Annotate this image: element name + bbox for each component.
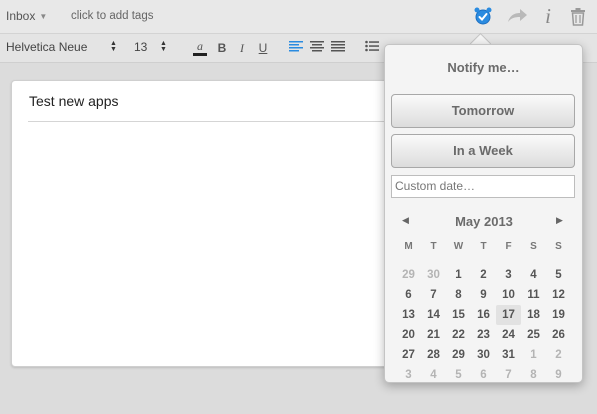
calendar-month-label: May 2013 — [455, 214, 513, 229]
calendar-day[interactable]: 5 — [546, 265, 571, 285]
weekday-header: M — [404, 241, 413, 252]
calendar-day[interactable]: 19 — [546, 305, 571, 325]
calendar-day[interactable]: 13 — [396, 305, 421, 325]
weekday-header: S — [530, 241, 537, 252]
chevron-down-icon: ▼ — [39, 11, 48, 21]
share-arrow-icon[interactable] — [505, 5, 529, 27]
calendar-day[interactable]: 27 — [396, 345, 421, 365]
calendar-day[interactable]: 29 — [446, 345, 471, 365]
calendar-day[interactable]: 10 — [496, 285, 521, 305]
calendar-day[interactable]: 3 — [396, 365, 421, 385]
weekday-header: T — [480, 241, 487, 252]
notebook-selector[interactable]: Inbox ▼ — [6, 9, 47, 23]
weekday-header: S — [555, 241, 562, 252]
calendar-day[interactable]: 11 — [521, 285, 546, 305]
calendar-day[interactable]: 2 — [471, 265, 496, 285]
calendar-day[interactable]: 30 — [471, 345, 496, 365]
font-size-stepper-icon[interactable]: ▲ ▼ — [160, 40, 167, 53]
text-color-button[interactable]: a — [193, 40, 207, 56]
bulleted-list-icon[interactable] — [365, 40, 379, 56]
calendar-day[interactable]: 14 — [421, 305, 446, 325]
trash-icon[interactable] — [569, 5, 587, 27]
calendar-day[interactable]: 21 — [421, 325, 446, 345]
calendar-day[interactable]: 22 — [446, 325, 471, 345]
notebook-label: Inbox — [6, 9, 36, 23]
calendar-day[interactable]: 9 — [546, 365, 571, 385]
note-title[interactable]: Test new apps — [29, 93, 119, 109]
calendar-day[interactable]: 20 — [396, 325, 421, 345]
calendar-day[interactable]: 29 — [396, 265, 421, 285]
weekday-header: F — [505, 241, 512, 252]
underline-button[interactable]: U — [256, 40, 270, 56]
calendar-day[interactable]: 18 — [521, 305, 546, 325]
calendar-day[interactable]: 9 — [471, 285, 496, 305]
calendar-day[interactable]: 31 — [496, 345, 521, 365]
next-month-icon[interactable]: ▶ — [556, 215, 563, 226]
calendar-day[interactable]: 7 — [421, 285, 446, 305]
calendar-day[interactable]: 4 — [521, 265, 546, 285]
align-left-icon[interactable] — [289, 40, 303, 56]
calendar-day[interactable]: 4 — [421, 365, 446, 385]
align-center-icon[interactable] — [310, 40, 324, 56]
calendar-header: ◀ May 2013 ▶ — [396, 209, 572, 231]
reminder-popover: Notify me… Tomorrow In a Week Custom dat… — [384, 44, 583, 383]
calendar-day[interactable]: 15 — [446, 305, 471, 325]
in-a-week-button[interactable]: In a Week — [391, 134, 575, 168]
calendar-day[interactable]: 26 — [546, 325, 571, 345]
calendar-day[interactable]: 6 — [471, 365, 496, 385]
calendar-day[interactable]: 30 — [421, 265, 446, 285]
title-divider — [28, 121, 402, 122]
weekday-header: W — [453, 241, 464, 252]
calendar-day[interactable]: 12 — [546, 285, 571, 305]
info-icon[interactable]: i — [540, 4, 556, 28]
font-family-stepper-icon[interactable]: ▲ ▼ — [110, 40, 117, 53]
tomorrow-button[interactable]: Tomorrow — [391, 94, 575, 128]
calendar-day[interactable]: 17 — [496, 305, 521, 325]
calendar-day[interactable]: 24 — [496, 325, 521, 345]
calendar-day[interactable]: 16 — [471, 305, 496, 325]
popover-title: Notify me… — [447, 60, 520, 75]
reminder-alarm-clock-icon[interactable] — [472, 5, 494, 27]
note-toolbar: Inbox ▼ click to add tags i — [0, 0, 597, 34]
calendar-day[interactable]: 28 — [421, 345, 446, 365]
italic-button[interactable]: I — [235, 40, 249, 56]
custom-date-input[interactable]: Custom date… — [391, 175, 575, 198]
calendar-day[interactable]: 8 — [521, 365, 546, 385]
calendar-day[interactable]: 1 — [446, 265, 471, 285]
calendar-day[interactable]: 23 — [471, 325, 496, 345]
calendar-day[interactable]: 7 — [496, 365, 521, 385]
note-editor[interactable]: Test new apps — [11, 80, 403, 367]
date-picker-calendar: ◀ May 2013 ▶ M T W T F S S 29 30 1 2 3 4 5 6 7 8 9 10 11 12 1… — [396, 209, 572, 382]
bold-button[interactable]: B — [215, 40, 229, 56]
calendar-day[interactable]: 5 — [446, 365, 471, 385]
tags-field[interactable]: click to add tags — [71, 10, 153, 22]
calendar-day[interactable]: 1 — [521, 345, 546, 365]
align-justify-icon[interactable] — [331, 40, 345, 56]
calendar-day[interactable]: 3 — [496, 265, 521, 285]
calendar-day[interactable]: 6 — [396, 285, 421, 305]
calendar-day[interactable]: 8 — [446, 285, 471, 305]
weekday-header: T — [430, 241, 437, 252]
font-family-select[interactable]: Helvetica Neue — [6, 40, 87, 54]
font-size-select[interactable]: 13 — [134, 40, 147, 54]
calendar-day[interactable]: 25 — [521, 325, 546, 345]
calendar-day[interactable]: 2 — [546, 345, 571, 365]
